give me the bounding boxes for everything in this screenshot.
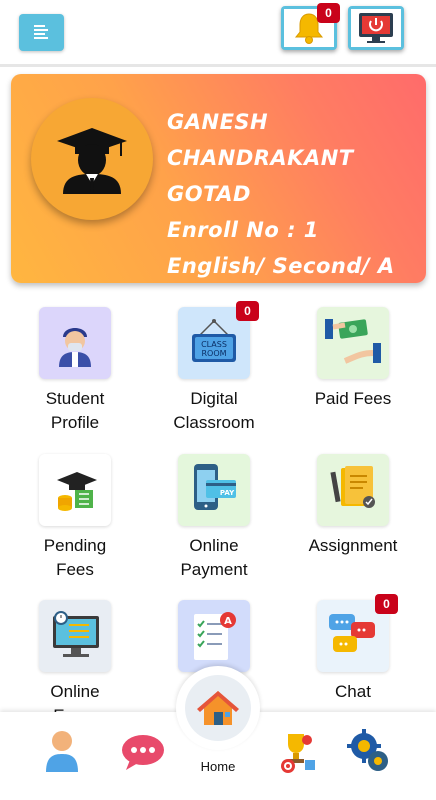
enroll-number: Enroll No : 1 (167, 218, 319, 242)
svg-text:ROOM: ROOM (201, 349, 226, 358)
header-divider (0, 64, 436, 67)
classroom-badge: 0 (236, 301, 259, 321)
settings-icon (347, 729, 388, 771)
svg-text:PAY: PAY (220, 489, 235, 497)
tile-label: Digital Classroom (173, 389, 255, 432)
notification-badge: 0 (317, 3, 340, 23)
nav-settings[interactable] (347, 728, 391, 779)
result-icon: A (178, 600, 250, 672)
student-icon (39, 307, 111, 379)
student-name-line2: CHANDRAKANT (167, 146, 354, 170)
svg-text:A: A (224, 616, 232, 627)
tile-student-profile[interactable]: Student Profile (10, 307, 140, 447)
graduate-icon (57, 128, 127, 194)
tile-label: Assignment (308, 536, 398, 555)
nav-home[interactable] (176, 666, 260, 750)
nav-chat[interactable] (120, 732, 166, 777)
tile-label: Paid Fees (314, 389, 392, 408)
profile-icon (46, 731, 78, 772)
menu-icon (34, 25, 48, 39)
nav-achievements[interactable] (274, 730, 318, 779)
profile-card[interactable]: GANESH CHANDRAKANT GOTAD Enroll No : 1 E… (11, 74, 426, 283)
tile-digital-classroom[interactable]: CLASS ROOM 0 Digital Classroom (149, 301, 279, 447)
payment-icon: PAY (178, 454, 250, 526)
trophy-icon (281, 734, 315, 773)
student-name-line3: GOTAD (167, 182, 251, 206)
power-icon (359, 13, 393, 43)
logout-button[interactable] (348, 6, 404, 50)
tile-online-payment[interactable]: PAY Online Payment (149, 454, 279, 594)
tile-label: Student Profile (45, 389, 105, 432)
tile-label: Pending Fees (43, 536, 107, 579)
menu-button[interactable] (19, 14, 64, 51)
tile-assignment[interactable]: Assignment (288, 454, 418, 594)
chat-bubble-icon (122, 735, 164, 770)
nav-profile[interactable] (42, 728, 82, 779)
fees-icon (39, 454, 111, 526)
tile-label: Chat (335, 682, 371, 701)
chat-badge: 0 (375, 594, 398, 614)
profile-info: GANESH CHANDRAKANT GOTAD Enroll No : 1 E… (167, 104, 417, 284)
tile-paid-fees[interactable]: Paid Fees (288, 307, 418, 447)
student-name-line1: GANESH (167, 110, 269, 134)
exam-icon (39, 600, 111, 672)
tile-pending-fees[interactable]: Pending Fees (10, 454, 140, 594)
money-icon (317, 307, 389, 379)
top-bar: 0 (0, 0, 436, 64)
home-label: Home (200, 759, 236, 774)
class-info: English/ Second/ A (167, 254, 395, 278)
assignment-icon (317, 454, 389, 526)
avatar (31, 98, 153, 220)
tile-label: Online Payment (180, 536, 248, 579)
svg-text:CLASS: CLASS (201, 340, 227, 349)
home-icon (197, 691, 239, 725)
